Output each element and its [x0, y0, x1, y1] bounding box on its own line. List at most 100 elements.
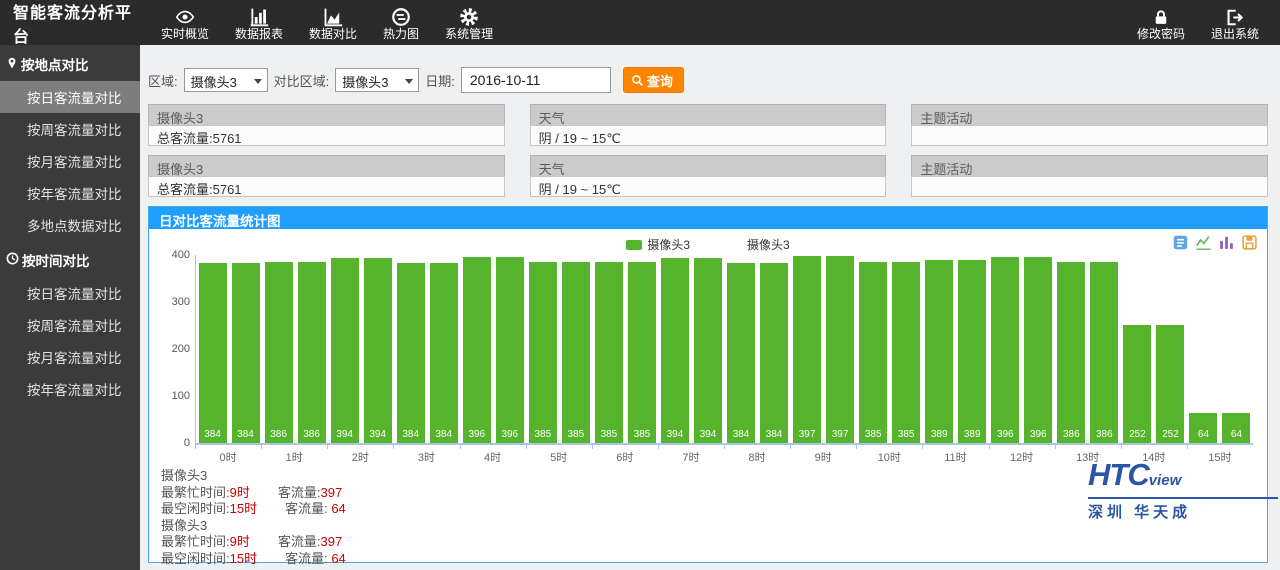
- legend-item-1[interactable]: 摄像头3: [726, 236, 790, 253]
- busy-time-label: 最繁忙时间:: [161, 534, 230, 549]
- nav-right-item-0[interactable]: 修改密码: [1124, 0, 1198, 45]
- sidebar-item-0-2[interactable]: 按月客流量对比: [0, 145, 140, 177]
- bar-value-label: 386: [298, 429, 326, 440]
- idle-flow-label: 客流量:: [285, 501, 328, 516]
- logout-icon: [1225, 7, 1244, 27]
- chevron-down-icon: [254, 79, 262, 84]
- info-rows: 摄像头3总客流量:5761天气阴 / 19 ~ 15℃主题活动摄像头3总客流量:…: [148, 104, 1268, 197]
- nav-item-4[interactable]: 系统管理: [432, 0, 506, 45]
- sidebar: 按地点对比按日客流量对比按周客流量对比按月客流量对比按年客流量对比多地点数据对比…: [0, 45, 140, 570]
- bar-value-label: 385: [595, 429, 623, 440]
- data-view-icon[interactable]: [1172, 234, 1189, 251]
- sidebar-item-1-0[interactable]: 按日客流量对比: [0, 277, 140, 309]
- bar-series1-12: 396: [1024, 257, 1052, 443]
- bar-series1-9: 397: [826, 256, 854, 443]
- nav-right-item-1[interactable]: 退出系统: [1198, 0, 1272, 45]
- sidebar-item-0-3[interactable]: 按年客流量对比: [0, 177, 140, 209]
- bar-value-label: 385: [562, 429, 590, 440]
- bar-value-label: 384: [430, 429, 458, 440]
- sidebar-item-1-3[interactable]: 按年客流量对比: [0, 373, 140, 405]
- logo-wordmark: HTCview: [1088, 460, 1278, 496]
- sidebar-section-title: 按时间对比: [22, 250, 90, 270]
- busy-time-value: 9时: [230, 485, 250, 500]
- sidebar-section-0[interactable]: 按地点对比: [0, 45, 140, 81]
- bar-series1-2: 394: [364, 258, 392, 443]
- query-button[interactable]: 查询: [623, 67, 684, 93]
- htcview-logo: HTCview 深圳 华天成: [1088, 460, 1278, 522]
- compare-region-select[interactable]: 摄像头3: [335, 68, 419, 92]
- sidebar-item-1-2[interactable]: 按月客流量对比: [0, 341, 140, 373]
- summary-idle-line: 最空闲时间:15时客流量: 64: [161, 551, 1255, 568]
- sidebar-item-0-1[interactable]: 按周客流量对比: [0, 113, 140, 145]
- lock-icon: [1152, 7, 1170, 27]
- bar-value-label: 386: [1090, 429, 1118, 440]
- nav-item-3[interactable]: 热力图: [370, 0, 432, 45]
- region-select-value: 摄像头3: [191, 75, 237, 90]
- x-axis-label-7: 7时: [658, 445, 724, 463]
- bar-group-15: 6464: [1187, 255, 1253, 443]
- bar-group-8: 384384: [725, 255, 791, 443]
- bar-value-label: 252: [1123, 429, 1151, 440]
- bar-value-label: 384: [199, 429, 227, 440]
- x-axis-label-0: 0时: [195, 445, 261, 463]
- legend-item-0[interactable]: 摄像头3: [626, 236, 690, 253]
- x-axis-label-4: 4时: [460, 445, 526, 463]
- bar-series1-5: 385: [562, 262, 590, 443]
- bar-series0-6: 385: [595, 262, 623, 443]
- info-box-value: 总客流量:5761: [148, 125, 505, 146]
- sidebar-item-0-4[interactable]: 多地点数据对比: [0, 209, 140, 241]
- gear-icon: [459, 7, 479, 27]
- logo-brand-main: HTC: [1088, 457, 1149, 492]
- sidebar-section-title: 按地点对比: [21, 54, 89, 74]
- idle-time-label: 最空闲时间:: [161, 551, 230, 566]
- bar-value-label: 64: [1189, 429, 1217, 440]
- y-axis-tick: 0: [152, 437, 190, 449]
- info-box-title: 摄像头3: [148, 104, 505, 125]
- legend-swatch: [726, 240, 742, 250]
- y-axis-tick: 100: [152, 390, 190, 402]
- nav-item-label: 数据报表: [235, 27, 283, 41]
- bar-value-label: 389: [925, 429, 953, 440]
- region-select[interactable]: 摄像头3: [184, 68, 268, 92]
- bar-value-label: 384: [232, 429, 260, 440]
- bar-group-13: 386386: [1055, 255, 1121, 443]
- x-axis-label-9: 9时: [790, 445, 856, 463]
- bar-series1-3: 384: [430, 263, 458, 443]
- chart-legend: 摄像头3 摄像头3: [149, 236, 1267, 253]
- bar-chart-type-icon[interactable]: [1218, 234, 1235, 251]
- bar-group-0: 384 384: [196, 255, 262, 443]
- info-box-value: [911, 176, 1268, 197]
- nav-item-label: 修改密码: [1137, 27, 1185, 41]
- x-axis-label-3: 3时: [393, 445, 459, 463]
- bar-value-label: 394: [694, 429, 722, 440]
- x-axis-label-8: 8时: [724, 445, 790, 463]
- line-chart-type-icon[interactable]: [1195, 234, 1212, 251]
- save-image-icon[interactable]: [1241, 234, 1258, 251]
- bar-group-10: 385385: [857, 255, 923, 443]
- nav-item-1[interactable]: 数据报表: [222, 0, 296, 45]
- bar-series1-4: 396: [496, 257, 524, 443]
- legend-label: 摄像头3: [747, 236, 790, 253]
- bar-series0-12: 396: [991, 257, 1019, 443]
- bar-series1-7: 394: [694, 258, 722, 443]
- clock-icon: [6, 252, 19, 268]
- bar-series0-2: 394: [331, 258, 359, 443]
- bar-group-12: 396396: [989, 255, 1055, 443]
- x-axis-label-5: 5时: [526, 445, 592, 463]
- nav-item-2[interactable]: 数据对比: [296, 0, 370, 45]
- busy-flow-value: 397: [320, 534, 342, 549]
- date-input[interactable]: [461, 67, 611, 93]
- bar-series0-3: 384: [397, 263, 425, 443]
- info-box-title: 主题活动: [911, 104, 1268, 125]
- info-box-1-2: 主题活动: [911, 155, 1268, 197]
- bar-series0-10: 385: [859, 262, 887, 443]
- sidebar-section-1[interactable]: 按时间对比: [0, 241, 140, 277]
- sidebar-item-1-1[interactable]: 按周客流量对比: [0, 309, 140, 341]
- legend-swatch: [626, 240, 642, 250]
- nav-item-0[interactable]: 实时概览: [148, 0, 222, 45]
- bar-group-9: 397397: [791, 255, 857, 443]
- bar-group-7: 394394: [658, 255, 724, 443]
- sidebar-item-0-0[interactable]: 按日客流量对比: [0, 81, 140, 113]
- topbar-spacer: [506, 0, 1124, 45]
- topnav-items: 实时概览数据报表数据对比热力图系统管理: [148, 0, 506, 45]
